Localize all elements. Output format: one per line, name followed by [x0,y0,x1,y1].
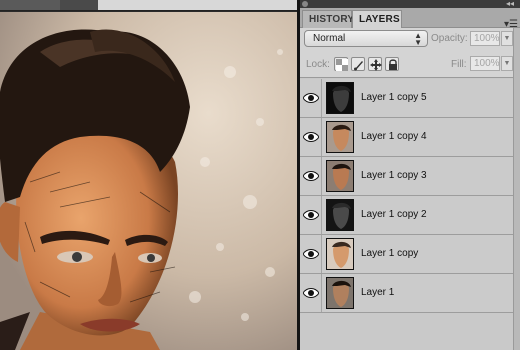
collapse-icon[interactable]: ◂◂ [506,0,514,8]
document-tabbar [0,0,298,11]
layer-row[interactable]: Layer 1 copy [300,235,513,274]
lock-options-row: Lock: Fill: 100% ▼ [300,50,520,78]
layer-options-row: Normal ▲ ▼ Opacity: 100% ▼ [300,28,520,50]
layer-row[interactable]: Layer 1 copy 2 [300,196,513,235]
layer-name[interactable]: Layer 1 copy 5 [361,92,427,103]
eye-icon [303,249,319,259]
document-canvas-area [0,0,298,350]
eye-icon [303,171,319,181]
fill-field[interactable]: 100% [470,56,500,71]
layer-row[interactable]: Layer 1 copy 4 [300,118,513,157]
eye-icon [303,93,319,103]
layers-panel: ◂◂ HISTORY LAYERS ▾☰ Normal ▲ ▼ Opacity: … [300,0,520,350]
tab-history[interactable]: HISTORY [302,10,354,28]
panel-scrollbar[interactable] [513,28,520,350]
eye-icon [303,288,319,298]
canvas-artwork[interactable] [0,12,298,350]
visibility-toggle[interactable] [300,157,322,195]
opacity-dropdown-icon[interactable]: ▼ [501,31,513,46]
document-tab-active[interactable] [98,0,298,10]
lock-label: Lock: [306,59,330,70]
layer-thumbnail [326,82,354,114]
visibility-toggle[interactable] [300,79,322,117]
layer-name[interactable]: Layer 1 copy 2 [361,209,427,220]
layer-name[interactable]: Layer 1 copy [361,248,418,259]
layer-row[interactable]: Layer 1 copy 3 [300,157,513,196]
fill-label: Fill: [451,59,467,70]
updown-arrows-icon: ▲ ▼ [414,31,422,47]
opacity-label: Opacity: [431,33,468,44]
visibility-toggle[interactable] [300,235,322,273]
layers-list: Layer 1 copy 5 Layer 1 copy 4 Layer 1 co… [300,79,513,350]
layer-name[interactable]: Layer 1 copy 3 [361,170,427,181]
lock-paint-icon[interactable] [351,57,365,71]
eye-icon [303,132,319,142]
layer-name[interactable]: Layer 1 copy 4 [361,131,427,142]
lock-all-icon[interactable] [385,57,399,71]
layer-row[interactable]: Layer 1 copy 5 [300,79,513,118]
visibility-toggle[interactable] [300,118,322,156]
layer-thumbnail [326,238,354,270]
document-tab[interactable] [0,0,60,10]
visibility-toggle[interactable] [300,196,322,234]
layer-thumbnail [326,199,354,231]
panel-titlebar[interactable]: ◂◂ [300,0,520,8]
layer-name[interactable]: Layer 1 [361,287,394,298]
close-icon[interactable] [302,1,308,7]
fill-dropdown-icon[interactable]: ▼ [501,56,513,71]
eye-icon [303,210,319,220]
blend-mode-value: Normal [313,33,346,44]
visibility-toggle[interactable] [300,274,322,312]
blend-mode-select[interactable]: Normal ▲ ▼ [304,30,428,47]
tab-layers[interactable]: LAYERS [352,10,402,28]
layer-thumbnail [326,121,354,153]
layer-thumbnail [326,277,354,309]
layer-row[interactable]: Layer 1 [300,274,513,313]
layer-thumbnail [326,160,354,192]
lock-position-icon[interactable] [368,57,382,71]
lock-transparency-icon[interactable] [334,57,348,71]
opacity-field[interactable]: 100% [470,31,500,46]
panel-tabbar: HISTORY LAYERS ▾☰ [300,8,520,30]
